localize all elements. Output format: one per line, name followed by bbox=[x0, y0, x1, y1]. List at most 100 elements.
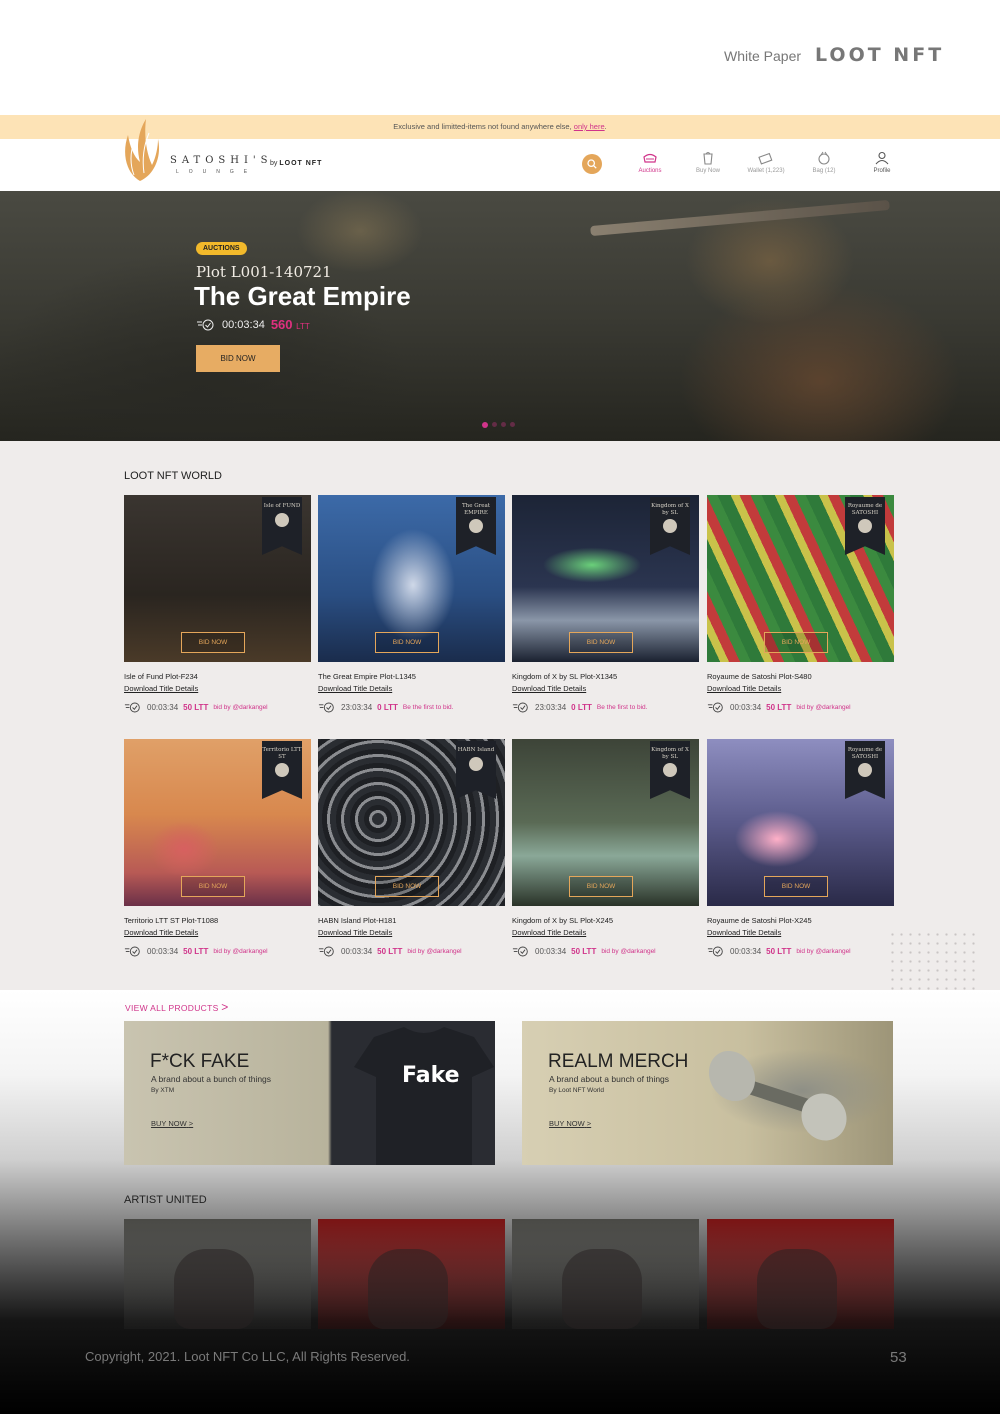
realm-banner: HABN Island bbox=[456, 741, 496, 799]
plot-image[interactable]: Territorio LTT ST BID NOW bbox=[124, 739, 311, 906]
plot-image[interactable]: Isle of FUND BID NOW bbox=[124, 495, 311, 662]
plot-image[interactable]: Royaume de SATOSHI BID NOW bbox=[707, 495, 894, 662]
nav-wallet[interactable]: Wallet (1,223) bbox=[736, 151, 796, 174]
download-title-details-link[interactable]: Download Title Details bbox=[707, 928, 894, 937]
plot-timer: 00:03:34 bbox=[147, 703, 179, 712]
artist-united-title: ARTIST UNITED bbox=[124, 1194, 207, 1206]
plot-timer: 00:03:34 bbox=[341, 947, 373, 956]
carousel-dot[interactable] bbox=[492, 422, 497, 427]
bid-now-button[interactable]: BID NOW bbox=[181, 876, 245, 897]
hero-banner: AUCTIONS Plot L001-140721 The Great Empi… bbox=[0, 191, 1000, 441]
chevron-right-icon: > bbox=[221, 1000, 229, 1014]
plot-bid-status: bid by @darkangel bbox=[796, 948, 851, 955]
plot-name: Kingdom of X by SL Plot-X245 bbox=[512, 916, 614, 925]
bid-now-button[interactable]: BID NOW bbox=[375, 876, 439, 897]
plot-card[interactable]: Royaume de SATOSHI BID NOW Royaume de Sato… bbox=[707, 495, 894, 713]
carousel-dot[interactable] bbox=[510, 422, 515, 427]
download-title-details-link[interactable]: Download Title Details bbox=[318, 928, 505, 937]
timer-icon bbox=[707, 946, 723, 957]
realm-banner: Royaume de SATOSHI bbox=[845, 741, 885, 799]
download-title-details-link[interactable]: Download Title Details bbox=[512, 928, 699, 937]
plot-image[interactable]: Kingdom of X by SL BID NOW bbox=[512, 495, 699, 662]
artist-card[interactable] bbox=[512, 1219, 699, 1329]
hero-price-value: 560 bbox=[270, 317, 293, 332]
plot-card[interactable]: Royaume de SATOSHI BID NOW Royaume de Sato… bbox=[707, 739, 894, 957]
hero-timer: 00:03:34 bbox=[222, 318, 265, 331]
realm-banner-text: Royaume de SATOSHI bbox=[847, 747, 883, 760]
promo-title: REALM MERCH bbox=[548, 1051, 689, 1072]
nav-bag[interactable]: Bag (12) bbox=[794, 151, 854, 174]
auctions-badge: AUCTIONS bbox=[196, 242, 247, 255]
plot-meta: 00:03:34 50 LTT bid by @darkangel bbox=[707, 946, 894, 957]
plot-card[interactable]: The Great EMPIRE BID NOW The Great Empire … bbox=[318, 495, 505, 713]
download-title-details-link[interactable]: Download Title Details bbox=[512, 684, 699, 693]
announcement-end: . bbox=[604, 122, 607, 131]
carousel-dot[interactable] bbox=[482, 422, 488, 428]
plot-card[interactable]: HABN Island BID NOW HABN Island Plot-H181 D… bbox=[318, 739, 505, 957]
plot-timer: 23:03:34 bbox=[341, 703, 373, 712]
search-icon bbox=[587, 159, 597, 169]
realm-crest-icon bbox=[858, 519, 872, 534]
search-button[interactable] bbox=[582, 154, 602, 174]
hero-title: The Great Empire bbox=[194, 281, 411, 311]
artist-photo bbox=[368, 1249, 448, 1329]
buy-now-link[interactable]: BUY NOW > bbox=[151, 1119, 193, 1128]
download-title-details-link[interactable]: Download Title Details bbox=[318, 684, 505, 693]
download-title-details-link[interactable]: Download Title Details bbox=[707, 684, 894, 693]
realm-crest-icon bbox=[275, 763, 289, 778]
white-paper-link[interactable]: White Paper bbox=[724, 48, 801, 64]
plot-image[interactable]: Kingdom of X by SL BID NOW bbox=[512, 739, 699, 906]
nav-bag-label: Bag (12) bbox=[812, 168, 836, 174]
bid-now-button[interactable]: BID NOW bbox=[569, 876, 633, 897]
nav-buy-now[interactable]: Buy Now bbox=[678, 151, 738, 174]
plot-name: Isle of Fund Plot-F234 bbox=[124, 672, 198, 681]
plot-meta: 00:03:34 50 LTT bid by @darkangel bbox=[124, 702, 311, 713]
plot-name: Royaume de Satoshi Plot-X245 bbox=[707, 916, 812, 925]
plot-bid-status: bid by @darkangel bbox=[213, 948, 268, 955]
artist-card[interactable] bbox=[318, 1219, 505, 1329]
timer-icon bbox=[707, 702, 723, 713]
buy-now-link[interactable]: BUY NOW > bbox=[549, 1119, 591, 1128]
nav-profile[interactable]: Profile bbox=[852, 151, 912, 174]
site-navbar: SATOSHI'S LOUNGE by LOOT NFT Auctions Bu… bbox=[0, 119, 1000, 191]
plot-card[interactable]: Kingdom of X by SL BID NOW Kingdom of X by… bbox=[512, 495, 699, 713]
artist-card[interactable] bbox=[707, 1219, 894, 1329]
chevron-right-icon: > bbox=[586, 1119, 592, 1128]
timer-icon bbox=[512, 946, 528, 957]
download-title-details-link[interactable]: Download Title Details bbox=[124, 684, 311, 693]
plot-price: 50 LTT bbox=[183, 947, 209, 956]
plot-card[interactable]: Kingdom of X by SL BID NOW Kingdom of X by… bbox=[512, 739, 699, 957]
only-here-link[interactable]: only here bbox=[574, 122, 605, 131]
plot-card[interactable]: Territorio LTT ST BID NOW Territorio LTT S… bbox=[124, 739, 311, 957]
plot-timer: 00:03:34 bbox=[730, 947, 762, 956]
plot-price: 50 LTT bbox=[571, 947, 597, 956]
nav-auctions[interactable]: Auctions bbox=[620, 151, 680, 174]
plot-image[interactable]: Royaume de SATOSHI BID NOW bbox=[707, 739, 894, 906]
plot-meta: 00:03:34 50 LTT bid by @darkangel bbox=[512, 946, 699, 957]
bid-now-button[interactable]: BID NOW bbox=[764, 632, 828, 653]
view-all-products-link[interactable]: VIEW ALL PRODUCTS > bbox=[125, 1000, 229, 1014]
view-all-label: VIEW ALL PRODUCTS bbox=[125, 1003, 219, 1013]
promo-card-fck-fake[interactable]: Fake F*CK FAKE A brand about a bunch of … bbox=[124, 1021, 495, 1165]
download-title-details-link[interactable]: Download Title Details bbox=[124, 928, 311, 937]
tshirt-image: Fake bbox=[354, 1027, 494, 1165]
hero-bid-now-button[interactable]: BID NOW bbox=[196, 345, 280, 372]
hero-meta: 00:03:34 560 LTT bbox=[196, 317, 310, 332]
carousel-dot[interactable] bbox=[501, 422, 506, 427]
bid-now-button[interactable]: BID NOW bbox=[764, 876, 828, 897]
plot-image[interactable]: The Great EMPIRE BID NOW bbox=[318, 495, 505, 662]
nav-wallet-label: Wallet (1,223) bbox=[747, 168, 785, 174]
promo-by: By Loot NFT World bbox=[549, 1087, 605, 1094]
bid-now-button[interactable]: BID NOW bbox=[181, 632, 245, 653]
realm-banner: Kingdom of X by SL bbox=[650, 497, 690, 555]
plot-image[interactable]: HABN Island BID NOW bbox=[318, 739, 505, 906]
plot-card[interactable]: Isle of FUND BID NOW Isle of Fund Plot-F23… bbox=[124, 495, 311, 713]
artist-card[interactable] bbox=[124, 1219, 311, 1329]
hero-price: 560 LTT bbox=[271, 317, 310, 332]
realm-crest-icon bbox=[275, 512, 289, 527]
promo-card-realm-merch[interactable]: REALM MERCH A brand about a bunch of thi… bbox=[522, 1021, 893, 1165]
plot-name: Royaume de Satoshi Plot-S480 bbox=[707, 672, 812, 681]
bid-now-button[interactable]: BID NOW bbox=[375, 632, 439, 653]
nav-profile-label: Profile bbox=[873, 168, 891, 174]
bid-now-button[interactable]: BID NOW bbox=[569, 632, 633, 653]
